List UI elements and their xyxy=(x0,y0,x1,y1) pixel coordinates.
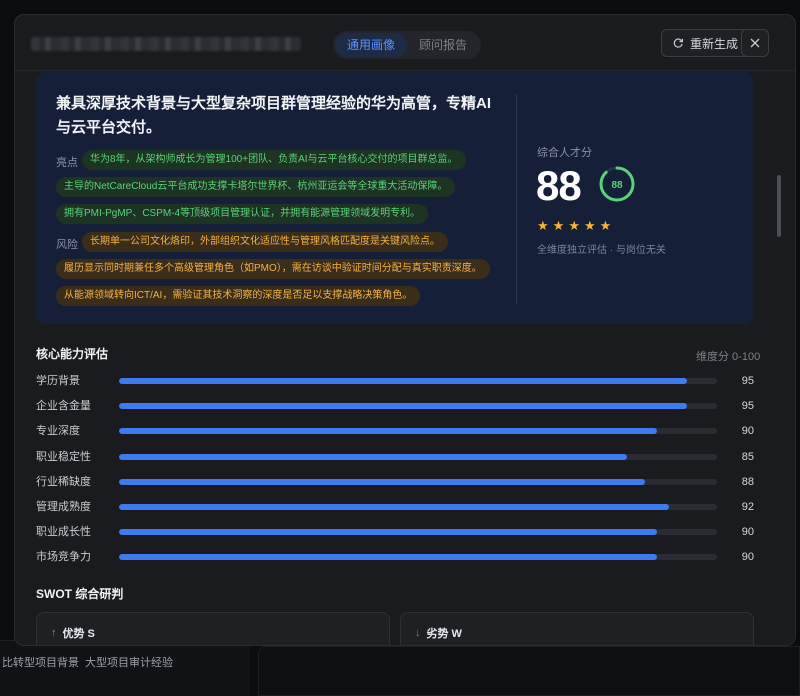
ability-name: 职业成长性 xyxy=(36,526,91,539)
swot-strength-card: ↑ 优势 S xyxy=(36,612,390,645)
highlight-chip: 主导的NetCareCloud云平台成功支撑卡塔尔世界杯、杭州亚运会等全球重大活… xyxy=(56,177,456,197)
close-button[interactable] xyxy=(741,29,769,57)
ability-bar-track xyxy=(119,504,717,510)
ability-score: 95 xyxy=(741,400,754,413)
swot-title: SWOT 综合研判 xyxy=(36,587,124,601)
background-tag: 比转型项目背景 xyxy=(2,657,79,669)
score-ring: 88 xyxy=(599,166,635,202)
star-icon: ★ xyxy=(552,218,565,233)
risk-chip: 从能源领域转向ICT/AI，需验证其技术洞察的深度是否足以支撑战略决策角色。 xyxy=(56,286,421,306)
ability-name: 学历背景 xyxy=(36,375,80,387)
ability-bar-fill xyxy=(119,453,628,460)
ability-bar-fill xyxy=(119,378,688,384)
ability-row: 学历背景 95 xyxy=(36,373,754,389)
ability-bar-fill xyxy=(119,428,658,435)
background-tag: 大型项目审计经验 xyxy=(85,657,173,669)
ability-row: 行业稀缺度 88 xyxy=(36,474,754,490)
overall-score-label: 综合人才分 xyxy=(537,147,592,159)
summary-divider xyxy=(516,94,517,304)
regenerate-label: 重新生成 xyxy=(690,36,739,51)
ability-bar-track xyxy=(119,529,717,536)
redacted-candidate-name xyxy=(31,37,301,51)
risk-chip: 长期单一公司文化烙印，外部组织文化适应性与管理风格匹配度是关键风险点。 xyxy=(82,232,448,252)
ability-bar-fill xyxy=(119,504,670,510)
modal-header: 通用画像 顾问报告 重新生成 xyxy=(15,15,795,71)
ability-bar-fill xyxy=(119,478,646,485)
ability-bar-fill xyxy=(119,529,658,536)
ability-score: 85 xyxy=(741,450,754,463)
ability-score: 90 xyxy=(741,526,754,539)
ability-row: 职业稳定性 85 xyxy=(36,449,754,465)
ability-bar-fill xyxy=(119,403,688,410)
swot-weakness-label: 劣势 W xyxy=(426,628,462,640)
highlight-chip: 华为8年，从架构师成长为管理100+团队、负责AI与云平台核心交付的项目群总监。 xyxy=(82,150,466,170)
ability-bar-track xyxy=(119,428,717,435)
risk-chip: 履历显示同时期兼任多个高级管理角色（如PMO），需在访谈中验证时间分配与真实职责… xyxy=(56,259,490,279)
background-panel xyxy=(258,646,800,696)
highlight-chip: 拥有PMI-PgMP、CSPM-4等顶级项目管理认证，并拥有能源管理领域发明专利… xyxy=(56,204,429,224)
score-note: 全维度独立评估 · 与岗位无关 xyxy=(537,245,666,256)
ability-name: 专业深度 xyxy=(36,425,80,438)
highlights-label: 亮点 xyxy=(56,157,78,169)
ability-score: 95 xyxy=(741,375,754,387)
score-ring-value: 88 xyxy=(611,180,623,191)
ability-row: 企业含金量 95 xyxy=(36,398,754,414)
regenerate-button[interactable]: 重新生成 xyxy=(661,29,750,57)
ability-bar-track xyxy=(119,403,717,410)
abilities-scale-note: 维度分 0-100 xyxy=(696,351,761,363)
ability-bar-track xyxy=(119,554,717,561)
swot-weakness-card: ↓ 劣势 W xyxy=(400,612,754,645)
summary-headline: 兼具深厚技术背景与大型复杂项目群管理经验的华为高管，专精AI与云平台交付。 xyxy=(56,95,492,136)
ability-score: 90 xyxy=(741,425,754,438)
swot-strength-label: 优势 S xyxy=(62,628,95,640)
ability-bar-track xyxy=(119,478,717,485)
ability-name: 管理成熟度 xyxy=(36,501,91,513)
refresh-icon xyxy=(673,38,684,48)
ability-bar-track xyxy=(119,453,717,460)
arrow-down-icon: ↓ xyxy=(415,627,421,639)
ability-row: 专业深度 90 xyxy=(36,423,754,439)
tab-consultant-report[interactable]: 顾问报告 xyxy=(407,33,479,57)
view-tabs: 通用画像 顾问报告 xyxy=(333,31,482,59)
risks-label: 风险 xyxy=(56,239,78,251)
scrollbar-thumb[interactable] xyxy=(777,175,781,237)
summary-card: 兼具深厚技术背景与大型复杂项目群管理经验的华为高管，专精AI与云平台交付。 亮点… xyxy=(36,72,754,324)
ability-score: 92 xyxy=(741,501,754,513)
ability-score: 90 xyxy=(741,551,754,564)
close-icon xyxy=(750,38,760,48)
star-icon: ★ xyxy=(599,218,612,233)
tab-general-profile[interactable]: 通用画像 xyxy=(335,33,408,57)
star-icon: ★ xyxy=(537,218,549,233)
ability-row: 市场竞争力 90 xyxy=(36,549,754,565)
ability-row: 职业成长性 90 xyxy=(36,524,754,540)
ability-name: 企业含金量 xyxy=(36,400,91,413)
rating-stars: ★ ★ ★ ★ ★ xyxy=(537,218,611,234)
ability-name: 市场竞争力 xyxy=(36,551,91,564)
overall-score: 88 xyxy=(536,162,582,209)
ability-name: 职业稳定性 xyxy=(36,450,91,463)
star-icon: ★ xyxy=(568,218,580,233)
star-icon: ★ xyxy=(583,218,596,233)
ability-row: 管理成熟度 92 xyxy=(36,499,754,515)
candidate-profile-modal: 通用画像 顾问报告 重新生成 兼具深厚技术背景与大型复杂项目群管理经验的华为高管… xyxy=(14,14,796,646)
abilities-title: 核心能力评估 xyxy=(36,347,109,361)
arrow-up-icon: ↑ xyxy=(51,627,57,639)
ability-score: 88 xyxy=(741,475,754,488)
ability-bar-fill xyxy=(119,554,658,561)
ability-bar-track xyxy=(119,378,717,384)
ability-name: 行业稀缺度 xyxy=(36,475,91,488)
